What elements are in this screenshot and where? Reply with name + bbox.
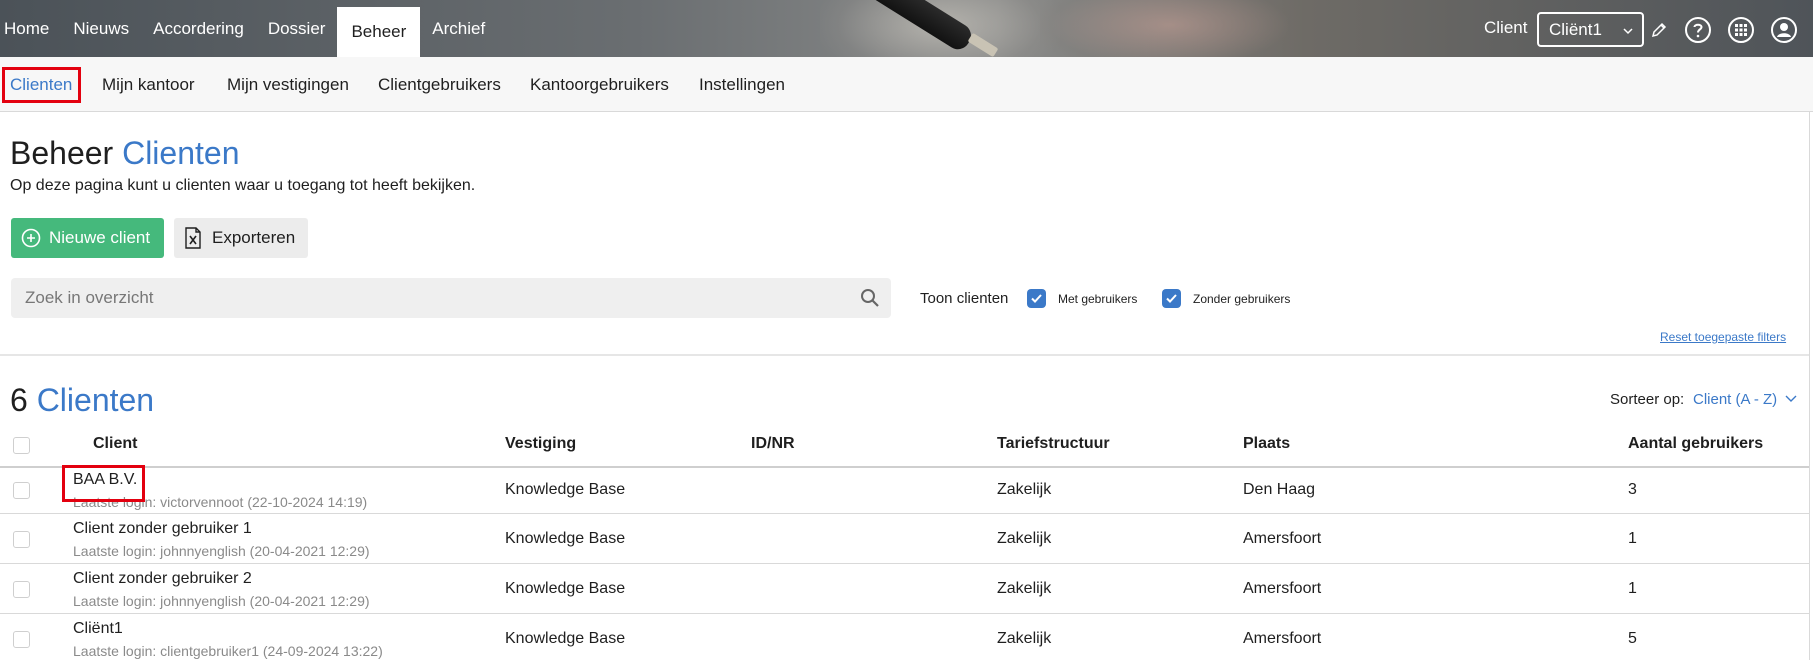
column-header-vestiging[interactable]: Vestiging [505,435,576,453]
row-checkbox[interactable] [13,581,30,598]
without-users-checkbox[interactable] [1162,289,1181,308]
with-users-checkbox[interactable] [1027,289,1046,308]
client-count-label: Clienten [36,382,155,418]
subnav-item-clientgebruikers[interactable]: Clientgebruikers [378,57,501,112]
table-header-divider [0,466,1809,468]
client-name[interactable]: Cliënt1 [73,620,123,638]
row-divider [0,613,1809,614]
column-header-plaats[interactable]: Plaats [1243,435,1290,453]
new-client-button[interactable]: Nieuwe client [11,218,164,258]
last-login: Laatste login: johnnyenglish (20-04-2021… [73,593,370,609]
last-login: Laatste login: johnnyenglish (20-04-2021… [73,543,370,559]
plaats: Amersfoort [1243,630,1322,647]
row-divider [0,513,1809,514]
vestiging: Knowledge Base [505,481,626,498]
page-title-accent: Clienten [122,135,240,171]
select-all-checkbox[interactable] [13,437,30,454]
new-client-label: Nieuwe client [49,228,151,247]
column-header-tariefstructuur[interactable]: Tariefstructuur [997,435,1110,453]
nav-item-archief[interactable]: Archief [420,0,497,57]
aantal-gebruikers: 1 [1628,580,1637,597]
apps-grid-icon[interactable] [1726,15,1756,45]
column-header-idnr[interactable]: ID/NR [751,435,795,453]
subnav-item-mijn-kantoor[interactable]: Mijn kantoor [102,57,195,112]
search-icon[interactable] [860,288,880,313]
page-description: Op deze pagina kunt u clienten waar u to… [10,177,476,194]
chevron-down-icon [1622,22,1634,42]
vestiging: Knowledge Base [505,530,626,547]
show-clients-label: Toon clienten [920,290,1009,307]
row-checkbox[interactable] [13,531,30,548]
client-select-value: Cliënt1 [1549,20,1602,39]
last-login: Laatste login: clientgebruiker1 (24-09-2… [73,643,383,659]
client-select[interactable]: Cliënt1 [1537,12,1644,47]
row-checkbox[interactable] [13,631,30,648]
subnav-item-kantoorgebruikers[interactable]: Kantoorgebruikers [530,57,669,112]
row-checkbox[interactable] [13,482,30,499]
help-icon[interactable] [1683,15,1713,45]
tariefstructuur: Zakelijk [997,580,1052,597]
reset-filters-link[interactable]: Reset toegepaste filters [1660,330,1786,344]
nav-item-nieuws[interactable]: Nieuws [61,0,141,57]
vestiging: Knowledge Base [505,630,626,647]
main-nav: Home Nieuws Accordering Dossier Beheer A… [0,0,497,57]
plaats: Den Haag [1243,481,1316,498]
client-name[interactable]: Client zonder gebruiker 1 [73,520,252,538]
export-label: Exporteren [212,228,296,247]
sub-nav: Clienten Mijn kantoor Mijn vestigingen C… [0,57,1813,112]
column-header-aantal-gebruikers[interactable]: Aantal gebruikers [1628,435,1763,453]
subnav-item-instellingen[interactable]: Instellingen [699,57,785,112]
row-divider [0,563,1809,564]
aantal-gebruikers: 1 [1628,530,1637,547]
page-title: Beheer Clienten [10,135,239,172]
user-icon[interactable] [1769,15,1799,45]
without-users-label: Zonder gebruikers [1193,292,1291,306]
search-input[interactable] [11,278,891,318]
top-header: Home Nieuws Accordering Dossier Beheer A… [0,0,1813,57]
aantal-gebruikers: 3 [1628,481,1637,498]
tariefstructuur: Zakelijk [997,530,1052,547]
export-button[interactable]: Exporteren [174,218,308,258]
plaats: Amersfoort [1243,530,1322,547]
subnav-item-mijn-vestigingen[interactable]: Mijn vestigingen [227,57,349,112]
vestiging: Knowledge Base [505,580,626,597]
nav-item-home[interactable]: Home [0,0,61,57]
header-background-photo-hands [1040,0,1300,57]
sort-select-value: Client (A - Z) [1693,391,1778,408]
excel-file-icon [184,227,202,249]
nav-item-beheer[interactable]: Beheer [337,7,421,57]
panel-border [1809,112,1810,660]
tariefstructuur: Zakelijk [997,481,1052,498]
nav-item-dossier[interactable]: Dossier [256,0,338,57]
client-select-label: Client [1484,18,1528,37]
client-name[interactable]: Client zonder gebruiker 2 [73,570,252,588]
highlight-box-clienten-tab [2,67,81,103]
nav-item-accordering[interactable]: Accordering [141,0,256,57]
sort-label: Sorteer op: [1610,391,1685,408]
section-divider [0,354,1809,356]
client-count: 6 [10,382,28,418]
column-header-client[interactable]: Client [93,435,137,453]
page-title-prefix: Beheer [10,135,114,171]
chevron-down-icon [1785,391,1797,408]
tariefstructuur: Zakelijk [997,630,1052,647]
client-count-title: 6 Clienten [10,382,154,419]
highlight-box-baa-bv [62,465,145,502]
aantal-gebruikers: 5 [1628,630,1637,647]
with-users-label: Met gebruikers [1058,292,1138,306]
sort-select[interactable]: Client (A - Z) [1693,391,1797,408]
plaats: Amersfoort [1243,580,1322,597]
pencil-icon[interactable] [1644,15,1674,45]
plus-circle-icon [21,228,41,248]
